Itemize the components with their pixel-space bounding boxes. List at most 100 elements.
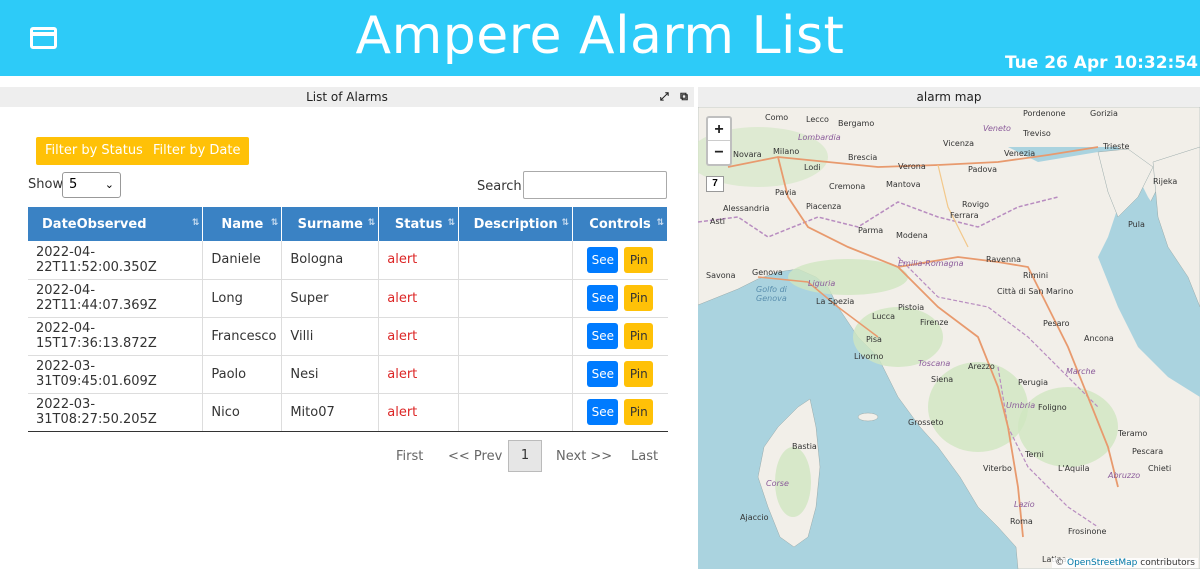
alarm-map[interactable]: Como Lecco Bergamo Verona Vicenza Porden… <box>698 107 1200 569</box>
date-cell: 2022-04-15T17:36:13.872Z <box>28 317 204 356</box>
map-region-label: Liguria <box>808 279 836 288</box>
map-city-label: Modena <box>896 231 928 240</box>
map-city-label: Siena <box>931 375 954 384</box>
controls-cell: See Pin <box>572 317 668 356</box>
pager-prev-link[interactable]: << Prev <box>448 440 502 474</box>
chevron-down-icon: ⌄ <box>104 178 114 191</box>
date-cell: 2022-04-22T11:52:00.350Z <box>28 241 204 280</box>
panel-title: List of Alarms <box>306 90 388 104</box>
map-city-label: Alessandria <box>723 204 770 213</box>
status-cell: alert <box>378 355 460 394</box>
map-city-label: Novara <box>733 150 762 159</box>
pager-next-link[interactable]: Next >> <box>556 440 612 474</box>
map-city-label: Brescia <box>848 153 878 162</box>
map-city-label: Grosseto <box>908 418 944 427</box>
map-layer-button[interactable]: 7 <box>706 176 724 192</box>
clock: Tue 26 Apr 10:32:54 <box>1004 53 1198 73</box>
alarm-list-panel-bar: List of Alarms ⤢ ⧉ <box>0 87 694 107</box>
column-header-name[interactable]: Name ⇅ <box>202 207 283 241</box>
pin-button[interactable]: Pin <box>624 285 654 311</box>
table-row: 2022-04-22T11:44:07.369Z Long Super aler… <box>28 279 668 318</box>
map-city-label: Città di San Marino <box>997 287 1074 296</box>
attribution-prefix: © <box>1055 558 1065 568</box>
pager-last-link[interactable]: Last <box>631 440 658 474</box>
map-city-label: L'Aquila <box>1058 464 1090 473</box>
map-region-label: Toscana <box>918 359 951 368</box>
description-cell <box>458 279 574 318</box>
map-city-label: Foligno <box>1038 403 1067 412</box>
zoom-out-button[interactable]: − <box>708 141 730 164</box>
map-city-label: Piacenza <box>806 202 842 211</box>
table-row: 2022-03-31T08:27:50.205Z Nico Mito07 ale… <box>28 393 668 432</box>
page-size-select[interactable]: 5 ⌄ <box>62 172 121 198</box>
column-header-status[interactable]: Status ⇅ <box>378 207 460 241</box>
zoom-in-button[interactable]: + <box>708 118 730 141</box>
pin-button[interactable]: Pin <box>624 323 654 349</box>
app-header: Ampere Alarm List Tue 26 Apr 10:32:54 <box>0 0 1200 76</box>
map-city-label: Ancona <box>1084 334 1114 343</box>
map-region-label: Corse <box>766 479 789 488</box>
map-city-label: Pesaro <box>1043 319 1070 328</box>
controls-cell: See Pin <box>572 355 668 394</box>
map-city-label: Pescara <box>1132 447 1164 456</box>
map-city-label: Mantova <box>886 180 921 189</box>
pin-button[interactable]: Pin <box>624 246 654 273</box>
see-button[interactable]: See <box>587 246 619 273</box>
surname-cell: Super <box>281 279 380 318</box>
external-link-icon[interactable]: ⧉ <box>680 90 688 103</box>
see-button[interactable]: See <box>587 285 619 311</box>
map-city-label: Roma <box>1010 517 1033 526</box>
map-city-label: Bergamo <box>838 119 875 128</box>
map-city-label: Pavia <box>775 188 797 197</box>
see-button[interactable]: See <box>587 323 619 349</box>
column-header-controls[interactable]: Controls ⇅ <box>572 207 668 241</box>
map-city-label: Savona <box>706 271 736 280</box>
map-city-label: Frosinone <box>1068 527 1107 536</box>
map-city-label: Rovigo <box>962 200 990 209</box>
column-header-dateobserved[interactable]: DateObserved ⇅ <box>28 207 204 241</box>
pager-first-link[interactable]: First <box>396 440 423 474</box>
description-cell <box>458 241 574 280</box>
map-city-label: Pisa <box>866 335 882 344</box>
pager-page-button[interactable]: 1 <box>508 440 542 472</box>
map-city-label: Bastia <box>792 442 817 451</box>
see-button[interactable]: See <box>587 399 619 425</box>
filter-by-date-button[interactable]: Filter by Date <box>144 137 250 165</box>
search-label: Search: <box>477 179 527 194</box>
map-city-label: Lecco <box>806 115 829 124</box>
controls-cell: See Pin <box>572 279 668 318</box>
map-city-label: Parma <box>858 226 884 235</box>
pin-button[interactable]: Pin <box>624 361 654 387</box>
map-city-label: Verona <box>898 162 926 171</box>
description-cell <box>458 393 574 432</box>
map-city-label: Asti <box>710 217 725 226</box>
map-region-label: Veneto <box>983 124 1011 133</box>
expand-icon[interactable]: ⤢ <box>660 90 669 103</box>
search-input[interactable] <box>523 171 667 199</box>
table-row: 2022-04-22T11:52:00.350Z Daniele Bologna… <box>28 241 668 280</box>
map-attribution: © OpenStreetMap contributors <box>1052 558 1198 568</box>
date-cell: 2022-03-31T08:27:50.205Z <box>28 393 204 432</box>
name-cell: Long <box>202 279 283 318</box>
map-city-label: Terni <box>1025 450 1044 459</box>
map-city-label: Ferrara <box>950 211 979 220</box>
map-city-label: Treviso <box>1023 129 1051 138</box>
see-button[interactable]: See <box>587 361 619 387</box>
column-header-surname[interactable]: Surname ⇅ <box>281 207 380 241</box>
status-cell: alert <box>378 317 460 356</box>
filter-by-status-button[interactable]: Filter by Status <box>36 137 152 165</box>
attribution-link[interactable]: OpenStreetMap <box>1067 558 1137 568</box>
alarm-table: DateObserved ⇅ Name ⇅ Surname ⇅ Status ⇅ Des… <box>28 207 668 432</box>
date-cell: 2022-04-22T11:44:07.369Z <box>28 279 204 318</box>
surname-cell: Villi <box>281 317 380 356</box>
map-city-label: Arezzo <box>968 362 995 371</box>
map-city-label: Chieti <box>1148 464 1172 473</box>
sort-icon: ⇅ <box>561 218 570 228</box>
map-city-label: La Spezia <box>816 297 855 306</box>
column-header-description[interactable]: Description ⇅ <box>458 207 574 241</box>
map-region-label: Lazio <box>1014 500 1035 509</box>
map-city-label: Como <box>765 113 789 122</box>
map-city-label: Trieste <box>1103 142 1130 151</box>
map-city-label: Viterbo <box>983 464 1012 473</box>
pin-button[interactable]: Pin <box>624 399 654 425</box>
